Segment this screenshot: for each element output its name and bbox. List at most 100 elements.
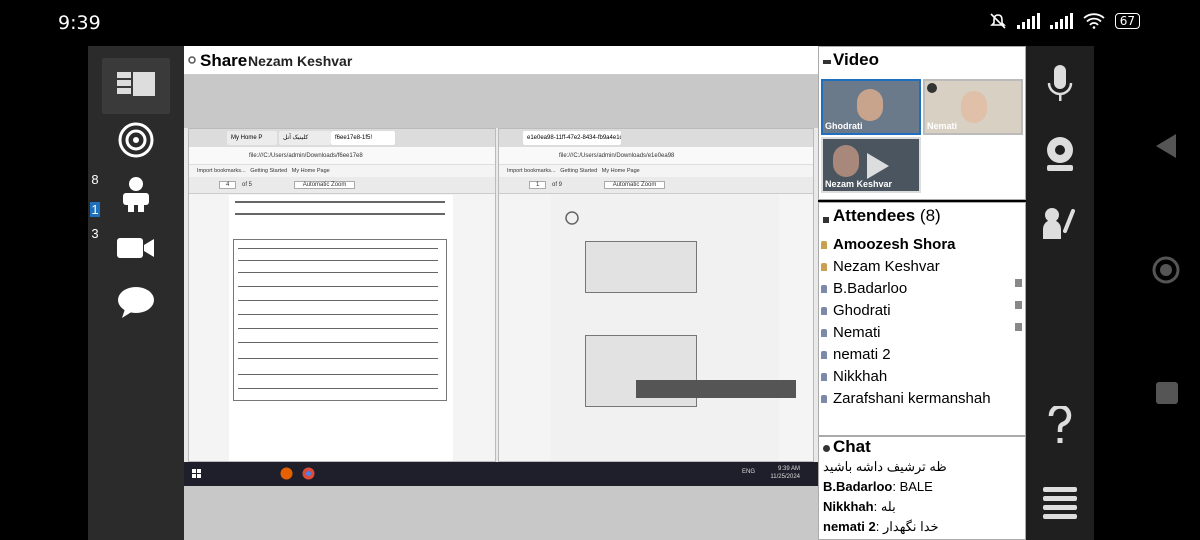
user-icon bbox=[821, 329, 827, 338]
share-header: Share Nezam Keshvar bbox=[184, 46, 818, 75]
chat-text: : خدا نگهدار bbox=[875, 519, 939, 534]
panel-collapse-icon[interactable] bbox=[823, 445, 830, 452]
mute-icon bbox=[989, 13, 1006, 29]
browser-tab-active[interactable]: f6ee17e8-1f5! bbox=[331, 131, 395, 145]
video-panel: Video Ghodrati Nemati Nezam Keshvar bbox=[818, 46, 1026, 200]
emblem-icon bbox=[565, 211, 579, 225]
chat-sender: nemati 2 bbox=[823, 519, 876, 534]
camera-icon bbox=[117, 238, 154, 258]
video-tile-name: Nezam Keshvar bbox=[825, 179, 893, 189]
browser-tab[interactable]: My Home P bbox=[227, 131, 277, 145]
video-tile[interactable]: Nezam Keshvar bbox=[821, 137, 921, 193]
attendees-title-text: Attendees bbox=[833, 206, 916, 225]
attendees-button[interactable] bbox=[102, 166, 170, 222]
right-controls bbox=[1026, 46, 1094, 540]
attendee-item[interactable]: Nemati bbox=[821, 324, 881, 341]
chrome-icon[interactable] bbox=[302, 467, 315, 480]
url-bar[interactable]: file:///C:/Users/admin/Downloads/e1e0ea9… bbox=[499, 147, 813, 165]
user-icon bbox=[821, 285, 827, 294]
video-tile[interactable]: Ghodrati bbox=[821, 79, 921, 135]
lang-indicator[interactable]: ENG bbox=[742, 469, 755, 475]
wifi-icon bbox=[1083, 13, 1105, 29]
taskbar-clock: 9:39 AM 11/25/2024 bbox=[770, 465, 800, 481]
layout-button[interactable] bbox=[102, 58, 170, 114]
panel-collapse-icon[interactable] bbox=[823, 217, 829, 223]
attendee-item[interactable]: Nezam Keshvar bbox=[821, 258, 940, 275]
active-badge: 1 bbox=[90, 202, 100, 217]
microphone-button[interactable] bbox=[1034, 58, 1086, 110]
status-bar: 9:39 67 bbox=[0, 0, 1200, 46]
help-button[interactable] bbox=[1034, 400, 1086, 452]
person-icon bbox=[123, 177, 149, 212]
pdf-page bbox=[229, 195, 453, 461]
video-tile-name: Nemati bbox=[927, 121, 958, 131]
tab-bar: My Home P کلینیک آنل f6ee17e8-1f5! bbox=[189, 129, 495, 147]
raise-hand-button[interactable] bbox=[1034, 198, 1086, 250]
layout-icon bbox=[117, 72, 155, 96]
share-panel: Share Nezam Keshvar My Home P کلینیک آنل… bbox=[184, 46, 818, 540]
play-icon[interactable] bbox=[867, 153, 889, 179]
video-tile[interactable]: Nemati bbox=[923, 79, 1023, 135]
share-button[interactable] bbox=[102, 112, 170, 168]
browser-tab-active[interactable]: e1e0ea98-11ff-47e2-8434-fb9a4e1c bbox=[523, 131, 621, 145]
bookmark[interactable]: Getting Started bbox=[250, 168, 287, 174]
shared-screen[interactable]: My Home P کلینیک آنل f6ee17e8-1f5! file:… bbox=[184, 128, 818, 486]
signal-icon bbox=[1049, 13, 1073, 29]
chat-text: : BALE bbox=[892, 479, 933, 494]
attendee-item[interactable]: Nikkhah bbox=[821, 368, 887, 385]
firefox-icon[interactable] bbox=[280, 467, 293, 480]
status-icons: 67 bbox=[989, 12, 1140, 30]
chat-message: nemati 2: خدا نگهدار bbox=[823, 519, 939, 535]
menu-button[interactable] bbox=[1034, 476, 1086, 528]
attendee-name: Nemati bbox=[833, 324, 881, 341]
attendee-item[interactable]: Zarafshani kermanshah bbox=[821, 390, 991, 407]
pdf-table bbox=[233, 239, 447, 401]
pdf-page bbox=[551, 195, 779, 461]
pdf-toolbar: 4 of 5 Automatic Zoom bbox=[189, 177, 495, 194]
bookmark[interactable]: My Home Page bbox=[292, 168, 330, 174]
zoom-select[interactable]: Automatic Zoom bbox=[293, 181, 356, 189]
browser-tab[interactable]: کلینیک آنل bbox=[279, 131, 331, 145]
chat-sender: Nikkhah bbox=[823, 499, 874, 514]
user-icon bbox=[821, 307, 827, 316]
attendee-item[interactable]: B.Badarloo bbox=[821, 280, 907, 297]
bookmark[interactable]: My Home Page bbox=[602, 168, 640, 174]
back-icon[interactable] bbox=[1156, 134, 1176, 158]
zoom-select[interactable]: Automatic Zoom bbox=[603, 181, 666, 189]
video-title: Video bbox=[833, 50, 879, 69]
attendee-name: nemati 2 bbox=[833, 346, 891, 363]
user-icon bbox=[821, 351, 827, 360]
bookmark[interactable]: Import bookmarks... bbox=[197, 168, 246, 174]
presenter-name: Nezam Keshvar bbox=[248, 53, 353, 69]
url-bar[interactable]: file:///C:/Users/admin/Downloads/f6ee17e… bbox=[189, 147, 495, 165]
chat-panel: Chat ظه ترشیف داشه باشید B.Badarloo: BAL… bbox=[818, 436, 1026, 540]
chat-text: : بله bbox=[873, 499, 896, 514]
home-icon[interactable] bbox=[1152, 256, 1180, 284]
system-navigation bbox=[1094, 46, 1200, 540]
attendee-item[interactable]: nemati 2 bbox=[821, 346, 891, 363]
bookmarks-bar: Import bookmarks... Getting Started My H… bbox=[499, 165, 813, 177]
hamburger-menu-icon bbox=[1043, 487, 1077, 519]
device-icon bbox=[1015, 301, 1022, 309]
bookmark[interactable]: Getting Started bbox=[560, 168, 597, 174]
recents-icon[interactable] bbox=[1156, 382, 1178, 404]
attendee-name: Nikkhah bbox=[833, 368, 888, 385]
bookmark[interactable]: Import bookmarks... bbox=[507, 168, 556, 174]
face bbox=[833, 145, 859, 177]
help-icon bbox=[1048, 406, 1072, 443]
page-input[interactable]: 1 bbox=[529, 181, 547, 189]
page-input[interactable]: 4 bbox=[219, 181, 237, 189]
webcam-button[interactable] bbox=[1034, 128, 1086, 180]
video-button[interactable] bbox=[102, 220, 170, 276]
attendee-name: Zarafshani kermanshah bbox=[833, 390, 991, 407]
windows-start-icon[interactable] bbox=[192, 469, 202, 479]
windows-taskbar: ENG 9:39 AM 11/25/2024 bbox=[184, 462, 818, 486]
attendee-item[interactable]: Amoozesh Shora bbox=[821, 236, 956, 253]
chat-text: ظه ترشیف داشه باشید bbox=[823, 459, 947, 474]
attendee-count: (8) bbox=[919, 206, 941, 225]
mic-off-icon bbox=[927, 83, 937, 93]
chat-button[interactable] bbox=[102, 274, 170, 330]
panel-collapse-icon[interactable] bbox=[823, 60, 831, 64]
attendee-item[interactable]: Ghodrati bbox=[821, 302, 891, 319]
target-icon bbox=[118, 122, 154, 158]
